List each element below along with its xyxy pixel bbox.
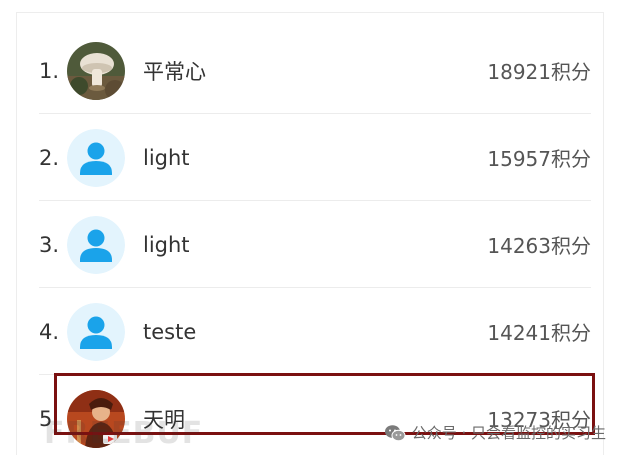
leaderboard-row[interactable]: 5. 天明 13273积分 [39,375,591,455]
avatar[interactable] [67,302,125,361]
rank-number: 2. [39,145,60,170]
player-score: 15957积分 [487,147,591,171]
leaderboard-row[interactable]: 4. teste 14241积分 [39,288,591,375]
player-score: 18921积分 [487,60,591,84]
player-name[interactable]: teste [143,320,487,344]
rank-number: 5. [39,406,60,431]
rank-number: 1. [39,58,60,83]
rank-number: 4. [39,319,60,344]
game-character-photo-icon [67,389,125,448]
player-name[interactable]: 天明 [143,404,487,434]
page: 1. 平常心 18921积分 2. light 15957积分 3. light… [0,0,620,455]
player-name[interactable]: light [143,233,487,257]
player-score: 14241积分 [487,321,591,345]
avatar[interactable] [67,389,125,448]
rank-number: 3. [39,232,60,257]
avatar[interactable] [67,215,125,274]
default-user-icon [67,302,125,361]
player-name[interactable]: 平常心 [143,56,487,86]
mushroom-photo-icon [67,41,125,100]
leaderboard-row[interactable]: 2. light 15957积分 [39,114,591,201]
leaderboard-row[interactable]: 1. 平常心 18921积分 [39,27,591,114]
avatar[interactable] [67,128,125,187]
leaderboard-row[interactable]: 3. light 14263积分 [39,201,591,288]
avatar[interactable] [67,41,125,100]
player-score: 14263积分 [487,234,591,258]
player-score: 13273积分 [487,408,591,432]
leaderboard-card: 1. 平常心 18921积分 2. light 15957积分 3. light… [16,12,604,455]
default-user-icon [67,128,125,187]
default-user-icon [67,215,125,274]
player-name[interactable]: light [143,146,487,170]
